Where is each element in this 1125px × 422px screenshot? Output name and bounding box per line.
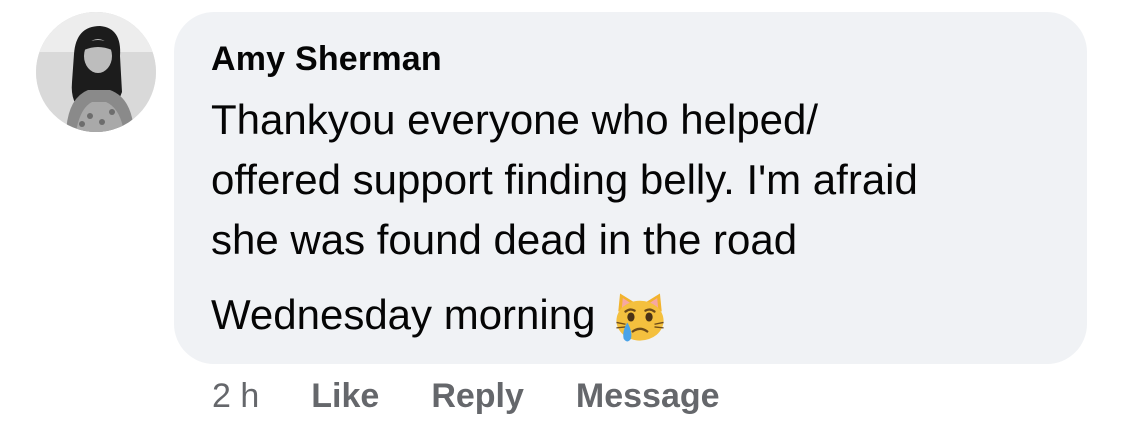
comment-text-line: she was found dead in the road xyxy=(211,216,798,263)
comment-actions: 2 h Like Reply Message xyxy=(212,375,720,417)
comment-text-line-last: Wednesday morning xyxy=(211,284,1051,346)
comment-text-line: Thankyou everyone who helped/ xyxy=(211,96,819,143)
comment-timestamp[interactable]: 2 h xyxy=(212,375,259,417)
comment-text-line: Wednesday morning xyxy=(211,291,596,338)
comment-bubble: Amy Sherman Thankyou everyone who helped… xyxy=(174,12,1087,364)
like-button[interactable]: Like xyxy=(311,375,379,417)
message-button[interactable]: Message xyxy=(576,375,720,417)
crying-cat-face-icon xyxy=(611,288,669,346)
comment-text-line: offered support finding belly. I'm afrai… xyxy=(211,156,918,203)
avatar-photo xyxy=(36,12,156,132)
reply-button[interactable]: Reply xyxy=(431,375,524,417)
author-avatar[interactable] xyxy=(36,12,156,132)
comment-author[interactable]: Amy Sherman xyxy=(211,38,1051,80)
